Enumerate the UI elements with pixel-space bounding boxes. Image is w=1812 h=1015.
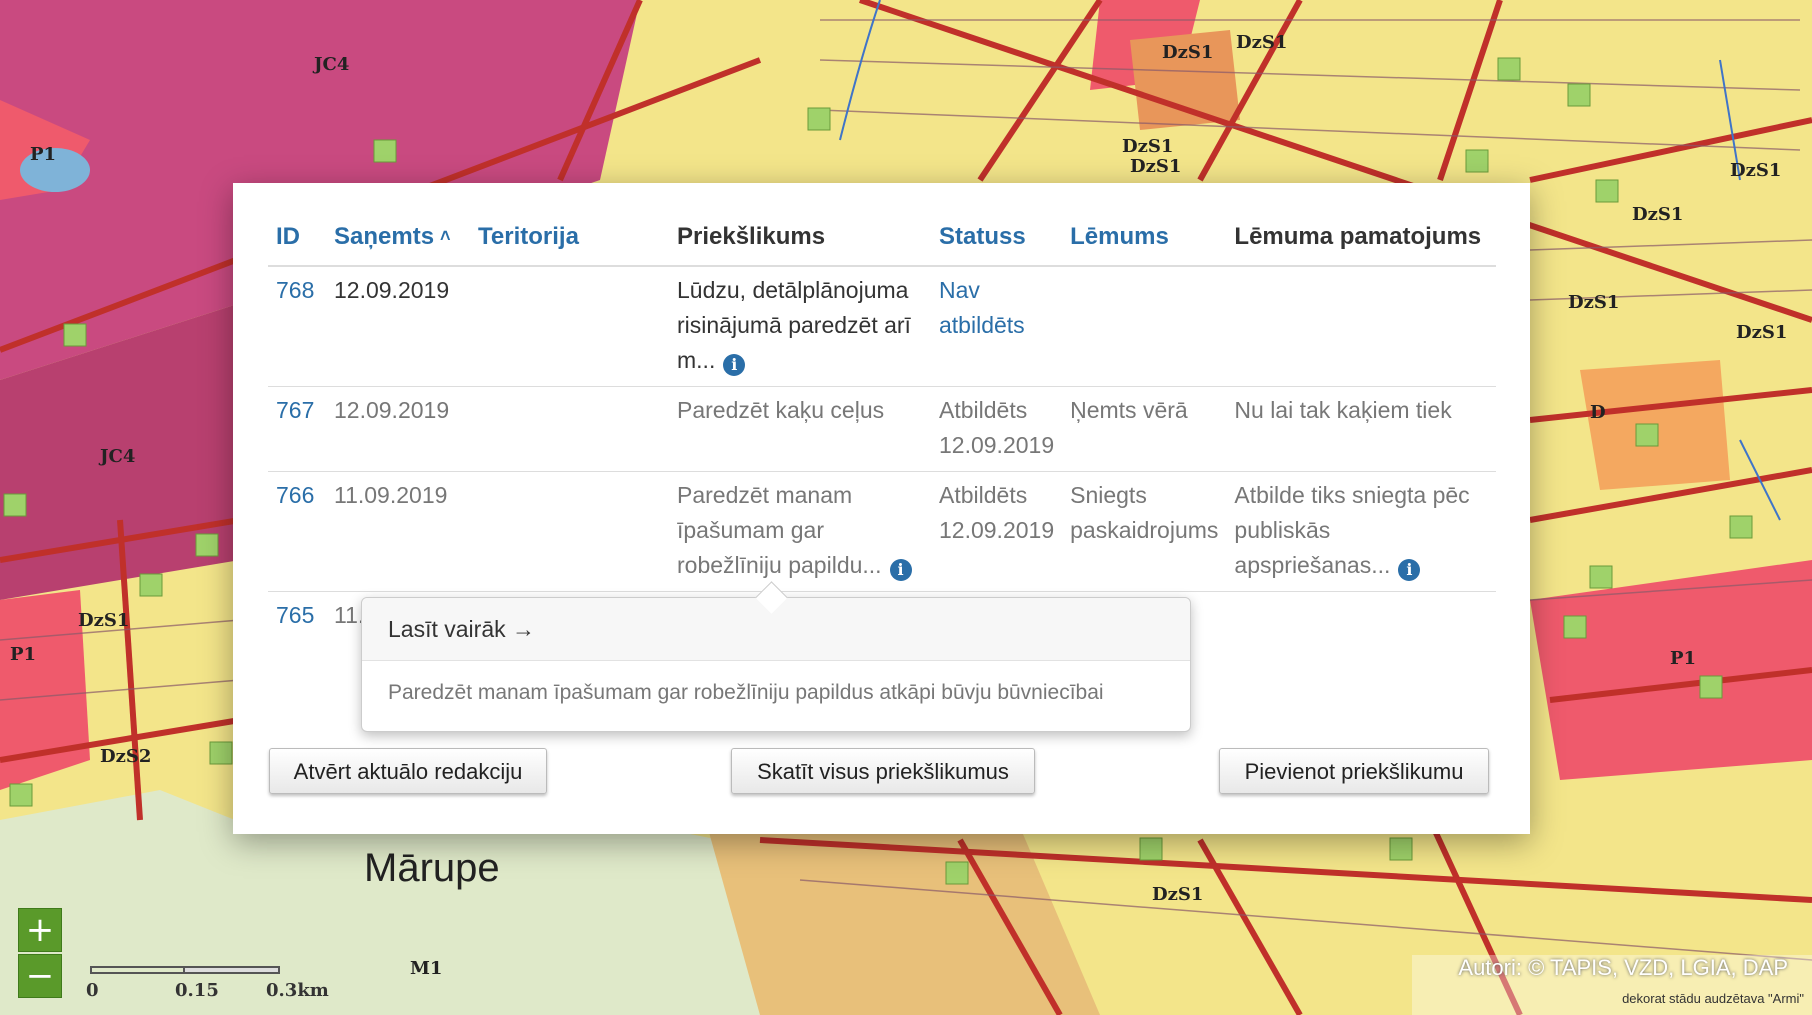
zone-label: DzS1 — [78, 610, 129, 631]
scale-bar-segment — [183, 966, 280, 974]
row-id-link[interactable]: 767 — [268, 386, 326, 472]
row-decision — [1062, 266, 1227, 387]
zone-label: DzS1 — [1130, 156, 1181, 177]
table-row[interactable]: 766 11.09.2019 Paredzēt manam īpašumam g… — [268, 471, 1496, 592]
row-decision: Ņemts vērā — [1062, 386, 1227, 472]
row-justification: Atbilde tiks sniegta pēc publiskās apspr… — [1226, 471, 1496, 592]
row-proposal: Lūdzu, detālplānojuma risinājumā paredzē… — [669, 266, 931, 387]
proposal-popover: Lasīt vairāk → Paredzēt manam īpašumam g… — [361, 581, 1191, 732]
view-all-proposals-button[interactable]: Skatīt visus priekšlikumus — [731, 748, 1035, 794]
info-icon[interactable]: i — [889, 559, 912, 581]
table-row[interactable]: 768 12.09.2019 Lūdzu, detālplānojuma ris… — [268, 266, 1496, 387]
column-header-decision[interactable]: Lēmums — [1062, 213, 1227, 267]
header-label: Saņemts — [334, 223, 435, 250]
row-id-link[interactable]: 765 — [268, 592, 326, 642]
zoom-in-button[interactable]: + — [18, 908, 62, 952]
row-status: Atbildēts 12.09.2019 — [931, 386, 1063, 472]
row-status[interactable]: Nav atbildēts — [931, 266, 1063, 387]
zone-label: DzS1 — [1162, 42, 1213, 63]
proposals-dialog: ID Saņemts ˄ Teritorija Priekšlikums Stat… — [233, 183, 1530, 834]
row-territory — [470, 471, 669, 592]
scale-bar-segment — [90, 966, 185, 974]
map-attribution: Autori: © TAPIS, VZD, LGIA, DAP dekorat … — [1412, 955, 1812, 1015]
zone-label: DzS1 — [1122, 136, 1173, 157]
zone-label: P1 — [10, 644, 36, 665]
scale-label-mid: 0.15 — [175, 980, 219, 1001]
zone-label: M1 — [410, 958, 442, 979]
zone-label: P1 — [30, 144, 56, 165]
place-name-label: Mārupe — [364, 846, 500, 890]
column-header-received[interactable]: Saņemts ˄ — [326, 213, 470, 267]
row-justification: Nu lai tak kaķiem tiek — [1226, 386, 1496, 472]
header-label: ID — [276, 223, 300, 250]
zone-label: DzS1 — [1632, 204, 1683, 225]
zone-label: DzS2 — [100, 746, 151, 767]
row-territory — [470, 266, 669, 387]
zone-label: JC4 — [312, 54, 349, 75]
attribution-subtext: dekorat stādu audzētava "Armi" — [1622, 991, 1804, 1006]
header-label: Priekšlikums — [677, 223, 826, 250]
zone-label: JC4 — [98, 446, 135, 467]
row-territory — [470, 386, 669, 472]
open-current-edition-button[interactable]: Atvērt aktuālo redakciju — [269, 748, 547, 794]
scale-label-0: 0 — [86, 980, 99, 1001]
popover-body: Paredzēt manam īpašumam gar robežlīniju … — [388, 681, 1104, 704]
row-date: 12.09.2019 — [326, 386, 470, 472]
column-header-proposal: Priekšlikums — [669, 213, 931, 267]
scale-label-end: 0.3km — [266, 980, 329, 1001]
row-proposal: Paredzēt manam īpašumam gar robežlīniju … — [669, 471, 931, 592]
column-header-justification: Lēmuma pamatojums — [1226, 213, 1496, 267]
row-justification — [1226, 592, 1496, 642]
header-label: Lēmuma pamatojums — [1234, 223, 1482, 250]
sort-ascending-icon: ˄ — [440, 226, 451, 246]
info-icon[interactable]: i — [1398, 559, 1421, 581]
zoom-out-button[interactable]: − — [18, 954, 62, 998]
zone-label: DzS1 — [1730, 160, 1781, 181]
header-label: Statuss — [939, 223, 1026, 250]
row-proposal: Paredzēt kaķu ceļus — [669, 386, 931, 472]
proposals-table: ID Saņemts ˄ Teritorija Priekšlikums Stat… — [268, 213, 1496, 641]
zone-label: DzS1 — [1568, 292, 1619, 313]
table-header-row: ID Saņemts ˄ Teritorija Priekšlikums Stat… — [268, 213, 1496, 267]
zone-label: DzS1 — [1736, 322, 1787, 343]
row-id-link[interactable]: 766 — [268, 471, 326, 592]
scale-bar — [90, 966, 280, 976]
row-date: 12.09.2019 — [326, 266, 470, 387]
column-header-status[interactable]: Statuss — [931, 213, 1063, 267]
proposal-text: Paredzēt manam īpašumam gar robežlīniju … — [677, 482, 882, 578]
row-decision: Sniegts paskaidrojums — [1062, 471, 1227, 592]
zone-label: P1 — [1670, 648, 1696, 669]
zone-label: D — [1590, 402, 1606, 423]
attribution-text: Autori: © TAPIS, VZD, LGIA, DAP — [1458, 955, 1788, 980]
row-status: Atbildēts 12.09.2019 — [931, 471, 1063, 592]
justification-text: Atbilde tiks sniegta pēc publiskās apspr… — [1234, 482, 1470, 578]
row-id-link[interactable]: 768 — [268, 266, 326, 387]
header-label: Lēmums — [1070, 223, 1169, 250]
zone-label: DzS1 — [1152, 884, 1203, 905]
proposal-text: Lūdzu, detālplānojuma risinājumā paredzē… — [677, 277, 911, 373]
zone-label: DzS1 — [1236, 32, 1287, 53]
info-icon[interactable]: i — [723, 354, 746, 376]
row-date: 11.09.2019 — [326, 471, 470, 592]
add-proposal-button[interactable]: Pievienot priekšlikumu — [1219, 748, 1489, 794]
table-row[interactable]: 767 12.09.2019 Paredzēt kaķu ceļus Atbil… — [268, 386, 1496, 472]
column-header-territory[interactable]: Teritorija — [470, 213, 669, 267]
row-justification — [1226, 266, 1496, 387]
column-header-id[interactable]: ID — [268, 213, 326, 267]
header-label: Teritorija — [478, 223, 579, 250]
